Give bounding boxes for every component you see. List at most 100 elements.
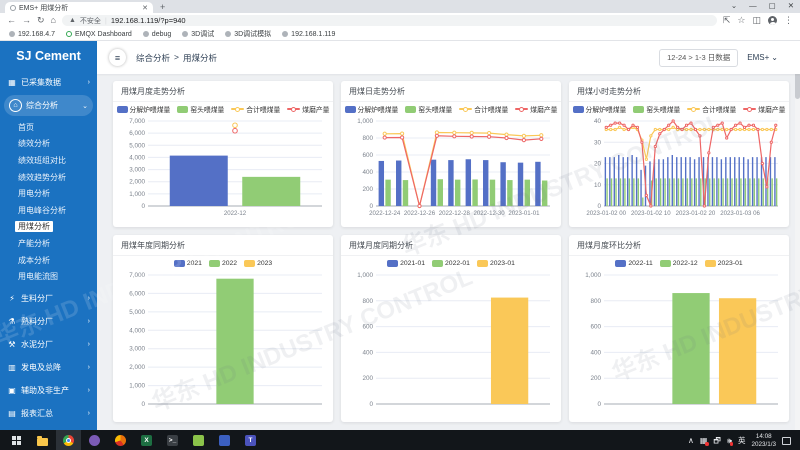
legend-item[interactable]: 2021 [174, 260, 202, 267]
date-range-button[interactable]: 12-24 > 1-3 日数据 [659, 49, 738, 67]
chart-legend: 2022-11 2022-12 2023-01 [569, 256, 789, 270]
browser-menu-icon[interactable]: ⋮ [784, 16, 793, 25]
legend-item[interactable]: 2022-01 [432, 260, 470, 267]
legend-item[interactable]: 窑头喂煤量 [405, 104, 452, 114]
sidebar-item-power-generation[interactable]: ▥发电及总降› [0, 356, 97, 379]
bookmark-item[interactable]: 192.168.4.7 [9, 31, 55, 38]
legend-item[interactable]: 2021-01 [387, 260, 425, 267]
legend-item[interactable]: 分解炉喂煤量 [573, 104, 627, 114]
chart-canvas[interactable]: 0102030402023-01-02 002023-01-02 102023-… [574, 116, 784, 218]
sidebar-item-performance-trend[interactable]: 绩效趋势分析 [0, 169, 97, 186]
sidebar-item-coal-analysis[interactable]: 用煤分析 [0, 219, 97, 236]
page-scrollbar[interactable] [795, 41, 800, 430]
sidebar-item-cement-plant[interactable]: ⚒水泥分厂› [0, 333, 97, 356]
chrome-button[interactable] [56, 430, 81, 450]
side-panel-icon[interactable]: ◫ [752, 16, 761, 25]
legend-item[interactable]: 2022-11 [615, 260, 652, 267]
bookmark-item[interactable]: EMQX Dashboard [66, 31, 132, 38]
sidebar-item-cost[interactable]: 成本分析 [0, 252, 97, 269]
app-button-purple[interactable] [82, 430, 107, 450]
excel-button[interactable]: X [134, 430, 159, 450]
profile-avatar[interactable] [768, 16, 777, 25]
tray-volume-icon[interactable]: 🕪 [727, 437, 732, 445]
not-secure-label[interactable]: 不安全 [80, 16, 101, 26]
browser-tab[interactable]: EMS+ 用煤分析 ✕ [5, 2, 153, 13]
chart-canvas[interactable]: 01,0002,0003,0004,0005,0006,0007,0002022… [118, 116, 328, 218]
new-tab-button[interactable]: + [160, 2, 165, 12]
user-dropdown[interactable]: EMS+ ⌄ [747, 53, 778, 62]
legend-item[interactable]: 2023 [244, 260, 272, 267]
legend-item[interactable]: 2022 [209, 260, 237, 267]
window-menu-icon[interactable]: ⌄ [731, 1, 737, 10]
file-explorer-button[interactable] [30, 430, 55, 450]
url-input[interactable]: ▲ 不安全 | 192.168.1.119/?p=940 [62, 15, 717, 26]
window-close-icon[interactable]: ✕ [788, 1, 794, 10]
menu-collapse-button[interactable]: ≡ [109, 49, 126, 66]
not-secure-warning-icon: ▲ [69, 17, 76, 24]
chart-title: 用煤年度同期分析 [113, 235, 333, 256]
svg-text:400: 400 [590, 349, 601, 356]
legend-label: 2022-11 [628, 260, 652, 267]
legend-item[interactable]: 窑头喂煤量 [633, 104, 680, 114]
tray-app-icon[interactable]: ▦ [700, 437, 708, 445]
window-minimize-icon[interactable]: — [749, 1, 757, 10]
legend-item[interactable]: 煤磨产量 [515, 104, 557, 114]
breadcrumb-parent[interactable]: 综合分析 [136, 52, 170, 64]
editor-button[interactable] [186, 430, 211, 450]
tray-display-icon[interactable]: 🗗 [713, 437, 721, 445]
legend-item[interactable]: 2022-12 [660, 260, 698, 267]
sidebar-item-auxiliary[interactable]: ▣辅助及非生产› [0, 379, 97, 402]
back-icon[interactable]: ← [7, 16, 16, 25]
teams-button[interactable]: T [238, 430, 263, 450]
forward-icon[interactable]: → [22, 16, 31, 25]
bookmark-star-icon[interactable]: ☆ [737, 16, 745, 25]
notification-center-icon[interactable] [782, 437, 791, 445]
app-button-blue[interactable] [212, 430, 237, 450]
share-icon[interactable]: ⇱ [723, 16, 731, 25]
legend-item[interactable]: 窑头喂煤量 [177, 104, 224, 114]
legend-item[interactable]: 煤磨产量 [743, 104, 785, 114]
tab-close-icon[interactable]: ✕ [142, 4, 148, 12]
tray-expand-icon[interactable]: ∧ [688, 437, 694, 445]
bookmark-item[interactable]: 3D调试模拟 [225, 29, 271, 39]
sidebar-item-collected-data[interactable]: ▦ 已采集数据 › [0, 71, 97, 94]
legend-marker-icon [405, 106, 416, 113]
terminal-button[interactable]: >_ [160, 430, 185, 450]
home-icon[interactable]: ⌂ [51, 16, 56, 25]
legend-item[interactable]: 煤磨产量 [287, 104, 329, 114]
sidebar-item-energy-flow[interactable]: 用电能流图 [0, 268, 97, 285]
legend-item[interactable]: 2023-01 [705, 260, 743, 267]
legend-item[interactable]: 2023-01 [477, 260, 515, 267]
legend-item[interactable]: 分解炉喂煤量 [345, 104, 399, 114]
chart-canvas[interactable]: 02004006008001,000 [346, 270, 556, 416]
sidebar-item-home[interactable]: 首页 [0, 119, 97, 136]
sidebar-item-performance[interactable]: 绩效分析 [0, 136, 97, 153]
taskbar-clock[interactable]: 14:08 2023/1/3 [751, 433, 776, 448]
sidebar-item-raw-material-plant[interactable]: ⚡生料分厂› [0, 287, 97, 310]
legend-item[interactable]: 分解炉喂煤量 [117, 104, 171, 114]
sidebar-item-report-summary[interactable]: ▤报表汇总› [0, 402, 97, 425]
sidebar-item-team-compare[interactable]: 绩效班组对比 [0, 152, 97, 169]
legend-item[interactable]: 合计喂煤量 [231, 104, 280, 114]
bookmark-item[interactable]: 3D调试 [182, 29, 214, 39]
chart-canvas[interactable]: 01,0002,0003,0004,0005,0006,0007,000 [118, 270, 328, 416]
sidebar-item-clinker-plant[interactable]: ⚗熟料分厂› [0, 310, 97, 333]
window-maximize-icon[interactable]: ▢ [769, 1, 776, 10]
chevron-right-icon: › [88, 410, 90, 417]
ime-indicator[interactable]: 英 [738, 435, 746, 446]
app-button-camera[interactable] [108, 430, 133, 450]
legend-item[interactable]: 合计喂煤量 [687, 104, 736, 114]
sidebar-item-capacity[interactable]: 产能分析 [0, 235, 97, 252]
bookmark-item[interactable]: debug [143, 31, 171, 38]
bookmark-item[interactable]: 192.168.1.119 [282, 31, 335, 38]
reload-icon[interactable]: ↻ [37, 16, 45, 25]
sidebar-item-peak-valley[interactable]: 用电峰谷分析 [0, 202, 97, 219]
chart-canvas[interactable]: 02004006008001,0002022-12-242022-12-2620… [346, 116, 556, 218]
chart-canvas[interactable]: 02004006008001,000 [574, 270, 784, 416]
sidebar-item-power-analysis[interactable]: 用电分析 [0, 185, 97, 202]
browser-addressbar: ← → ↻ ⌂ ▲ 不安全 | 192.168.1.119/?p=940 ⇱ ☆… [0, 13, 800, 28]
chevron-right-icon: › [88, 364, 90, 371]
start-button[interactable] [4, 430, 29, 450]
legend-item[interactable]: 合计喂煤量 [459, 104, 508, 114]
sidebar-item-comprehensive-analysis[interactable]: ⌂ 综合分析 ⌄ [4, 95, 93, 116]
